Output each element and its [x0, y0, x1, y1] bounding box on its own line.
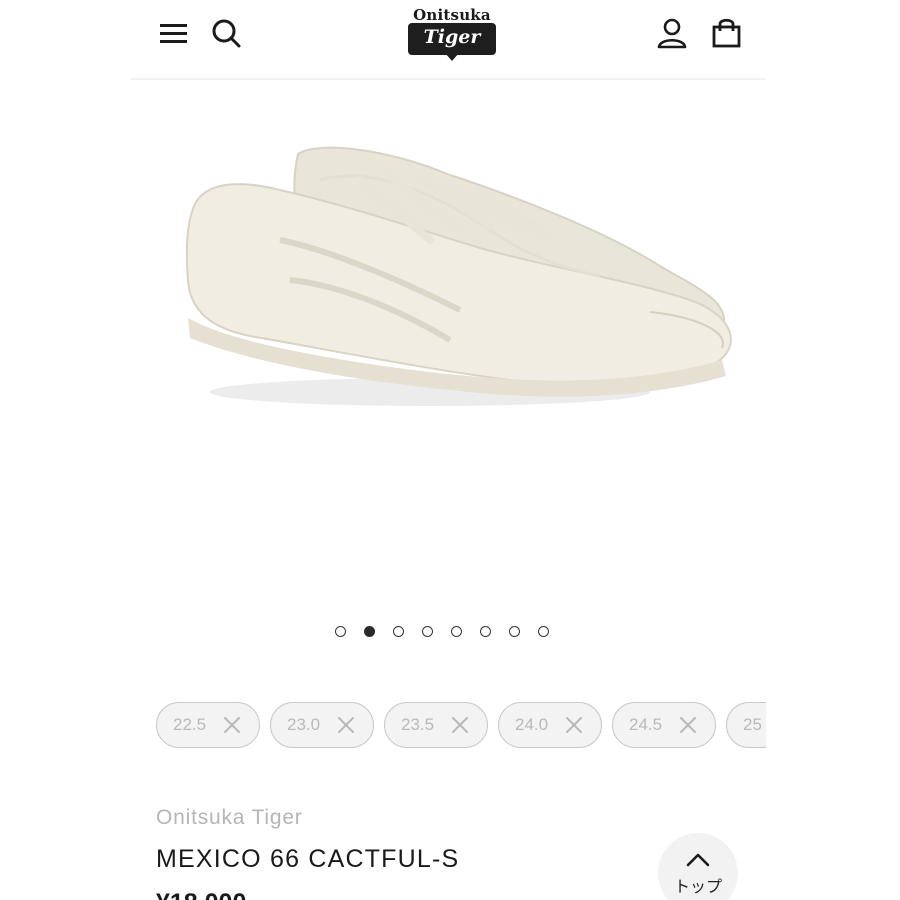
unavailable-x-icon	[338, 717, 354, 733]
size-chip[interactable]: 23.5	[384, 702, 488, 748]
logo-wordmark: Onitsuka	[413, 6, 491, 24]
product-image	[185, 146, 732, 406]
gallery-dot[interactable]	[393, 626, 404, 637]
site-header: Onitsuka Tiger	[130, 0, 766, 80]
gallery-dot[interactable]	[451, 626, 462, 637]
size-chip[interactable]: 24.0	[498, 702, 602, 748]
brand-logo[interactable]: Onitsuka Tiger	[406, 6, 498, 64]
gallery-pagination	[330, 626, 566, 642]
gallery-dot[interactable]	[509, 626, 520, 637]
hamburger-menu-icon[interactable]	[156, 15, 192, 51]
search-icon[interactable]	[208, 15, 244, 51]
size-label: 23.0	[287, 715, 321, 734]
size-label: 24.5	[629, 715, 663, 734]
back-to-top-button[interactable]: トップ	[658, 833, 738, 900]
logo-badge-notch	[445, 53, 459, 61]
product-image-gallery[interactable]	[130, 80, 766, 610]
unavailable-x-icon	[224, 717, 240, 733]
unavailable-x-icon	[566, 717, 582, 733]
size-selector: 22.5 23.0 23.5 24.0 24.5 25	[156, 702, 766, 750]
shopping-bag-icon[interactable]	[708, 15, 744, 51]
gallery-dot[interactable]	[335, 626, 346, 637]
product-price: ¥18,000	[156, 889, 246, 900]
gallery-dot[interactable]	[364, 626, 375, 637]
size-chip[interactable]: 23.0	[270, 702, 374, 748]
product-title: MEXICO 66 CACTFUL-S	[156, 845, 460, 873]
size-chip[interactable]: 22.5	[156, 702, 260, 748]
back-to-top-label: トップ	[673, 877, 722, 896]
unavailable-x-icon	[452, 717, 468, 733]
user-icon[interactable]	[654, 15, 690, 51]
size-label: 22.5	[173, 715, 207, 734]
size-label: 24.0	[515, 715, 549, 734]
size-chip[interactable]: 24.5	[612, 702, 716, 748]
gallery-dot[interactable]	[480, 626, 491, 637]
gallery-dot[interactable]	[422, 626, 433, 637]
product-brand: Onitsuka Tiger	[156, 806, 303, 829]
chevron-up-icon	[686, 853, 710, 867]
size-label: 23.5	[401, 715, 435, 734]
size-label: 25	[743, 715, 762, 734]
logo-badge: Tiger	[408, 23, 496, 55]
unavailable-x-icon	[680, 717, 696, 733]
logo-badge-text: Tiger	[423, 26, 481, 48]
size-chip[interactable]: 25	[726, 702, 766, 748]
product-page: Onitsuka Tiger 22.5 23.0 23.5 24.0 24.5 …	[130, 0, 766, 900]
gallery-dot[interactable]	[538, 626, 549, 637]
